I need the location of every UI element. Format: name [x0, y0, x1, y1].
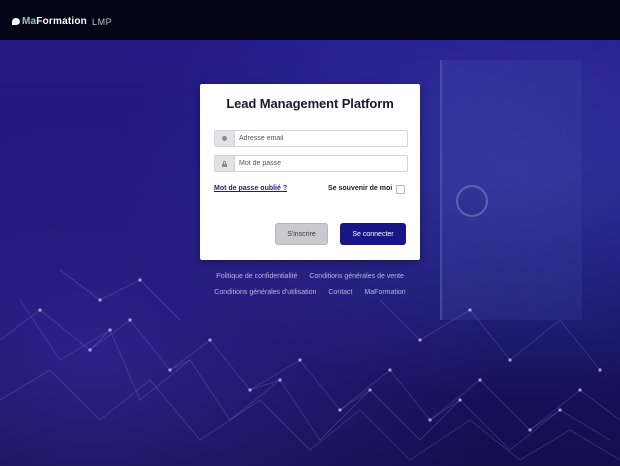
email-input[interactable]: [235, 131, 407, 146]
lock-icon: [222, 160, 227, 167]
brand-suffix: LMP: [91, 16, 113, 27]
login-card: Lead Management Platform Mot de passe ou…: [200, 84, 420, 260]
footer-link-cgu[interactable]: Conditions générales d'utilisation: [214, 289, 316, 296]
password-addon: [215, 156, 235, 171]
password-field-group: [214, 155, 408, 172]
login-title: Lead Management Platform: [226, 96, 394, 111]
footer-link-maformation[interactable]: MaFormation: [364, 289, 405, 296]
footer-link-contact[interactable]: Contact: [328, 289, 352, 296]
logo-mark-icon: [12, 18, 20, 25]
footer-link-cgv[interactable]: Conditions générales de vente: [309, 273, 404, 280]
password-input[interactable]: [235, 156, 407, 171]
brand-name-rest: Formation: [36, 16, 87, 27]
login-button[interactable]: Se connecter: [340, 223, 406, 245]
at-icon: [222, 136, 227, 141]
footer-links-row-2: Conditions générales d'utilisation Conta…: [0, 289, 620, 296]
footer-links-row-1: Politique de confidentialité Conditions …: [0, 273, 620, 280]
brand-name: MaFormation: [22, 16, 87, 27]
remember-me-label: Se souvenir de moi: [328, 185, 393, 192]
footer-link-privacy[interactable]: Politique de confidentialité: [216, 273, 297, 280]
top-navbar: MaFormation LMP: [0, 0, 620, 40]
email-field-group: [214, 130, 408, 147]
brand-name-prefix: Ma: [22, 16, 37, 27]
email-addon: [215, 131, 235, 146]
remember-me-checkbox[interactable]: [396, 185, 405, 194]
brand-logo[interactable]: MaFormation LMP: [12, 16, 112, 27]
forgot-password-link[interactable]: Mot de passe oublié ?: [214, 185, 287, 192]
register-button[interactable]: S'inscrire: [275, 223, 328, 245]
